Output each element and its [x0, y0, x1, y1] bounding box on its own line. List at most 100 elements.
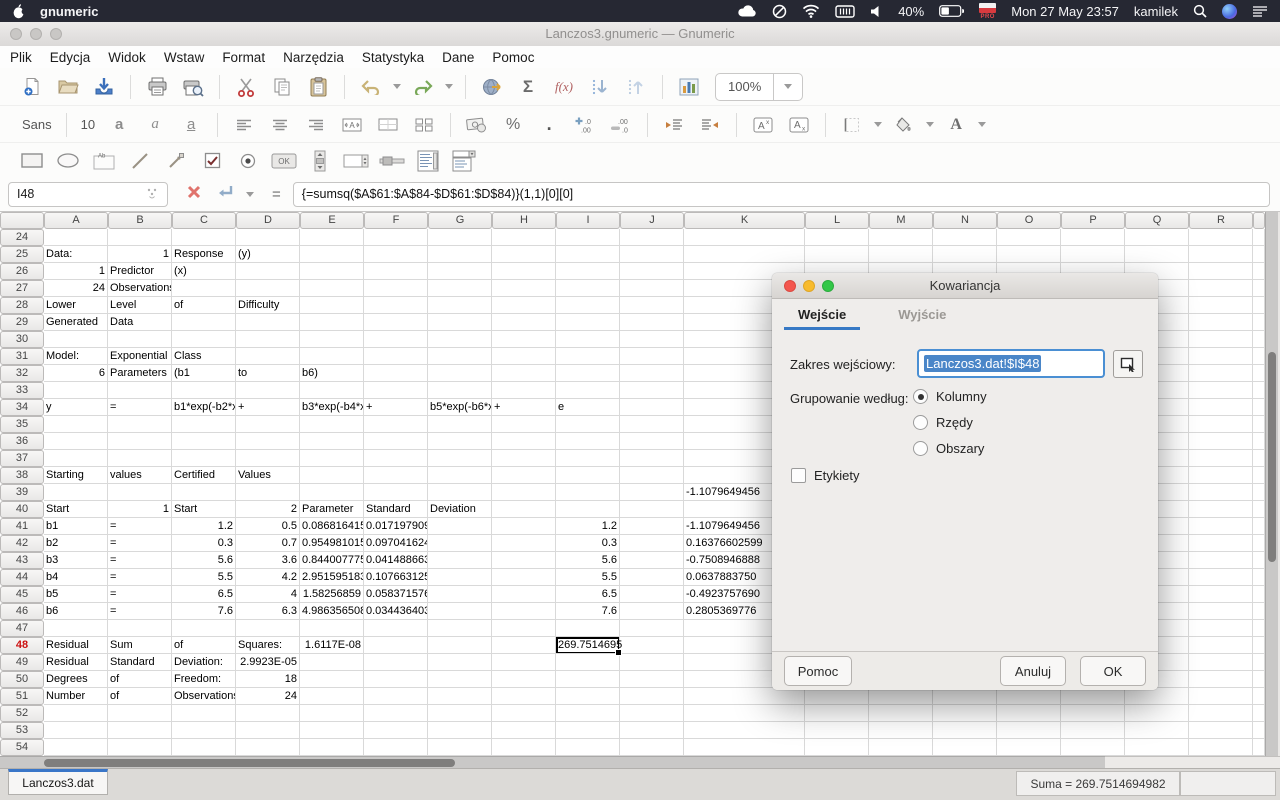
split-cells-button[interactable] [411, 112, 437, 138]
cell-J51[interactable] [620, 688, 684, 705]
cell-E41[interactable]: 0.086816415 [300, 518, 364, 535]
help-button[interactable]: Pomoc [784, 656, 852, 686]
cell-A53[interactable] [44, 722, 108, 739]
cell-I40[interactable] [556, 501, 620, 518]
cell-G35[interactable] [428, 416, 492, 433]
copy-icon[interactable] [269, 74, 295, 100]
cell-L54[interactable] [805, 739, 869, 756]
cell-C33[interactable] [172, 382, 236, 399]
cell-F52[interactable] [364, 705, 428, 722]
window-titlebar[interactable]: Lanczos3.gnumeric — Gnumeric [0, 22, 1280, 47]
select-all-corner[interactable] [0, 212, 44, 229]
cell-39[interactable] [1253, 484, 1265, 501]
cell-E44[interactable]: 2.951595183 [300, 569, 364, 586]
cell-C39[interactable] [172, 484, 236, 501]
menu-widok[interactable]: Widok [106, 50, 148, 65]
cell-D31[interactable] [236, 348, 300, 365]
cell-C50[interactable]: Freedom: [172, 671, 236, 688]
menu-statystyka[interactable]: Statystyka [360, 50, 426, 65]
cell-G33[interactable] [428, 382, 492, 399]
cell-K51[interactable] [684, 688, 805, 705]
cell-G41[interactable] [428, 518, 492, 535]
cell-R46[interactable] [1189, 603, 1253, 620]
money-format-button[interactable] [464, 112, 490, 138]
cell-H42[interactable] [492, 535, 556, 552]
column-header-E[interactable]: E [300, 212, 364, 229]
cell-C54[interactable] [172, 739, 236, 756]
cell-H27[interactable] [492, 280, 556, 297]
horizontal-scrollbar-thumb[interactable] [44, 759, 455, 767]
cell-N54[interactable] [933, 739, 997, 756]
cell-H37[interactable] [492, 450, 556, 467]
cell-H38[interactable] [492, 467, 556, 484]
cell-J28[interactable] [620, 297, 684, 314]
cell-E30[interactable] [300, 331, 364, 348]
cell-F29[interactable] [364, 314, 428, 331]
cell-L53[interactable] [805, 722, 869, 739]
cell-A38[interactable]: Starting [44, 467, 108, 484]
cell-Q53[interactable] [1125, 722, 1189, 739]
cell-F50[interactable] [364, 671, 428, 688]
battery-percent[interactable]: 40% [898, 4, 924, 19]
cell-L24[interactable] [805, 229, 869, 246]
row-header-45[interactable]: 45 [0, 586, 44, 603]
decrease-decimals-button[interactable]: .00.0 [608, 112, 634, 138]
align-left-button[interactable] [231, 112, 257, 138]
cell-28[interactable] [1253, 297, 1265, 314]
cell-C43[interactable]: 5.6 [172, 552, 236, 569]
cell-R53[interactable] [1189, 722, 1253, 739]
cell-N51[interactable] [933, 688, 997, 705]
cell-K25[interactable] [684, 246, 805, 263]
cell-D47[interactable] [236, 620, 300, 637]
cell-G39[interactable] [428, 484, 492, 501]
cell-R31[interactable] [1189, 348, 1253, 365]
cell-A39[interactable] [44, 484, 108, 501]
cell-D38[interactable]: Values [236, 467, 300, 484]
menu-edycja[interactable]: Edycja [48, 50, 93, 65]
cell-F25[interactable] [364, 246, 428, 263]
apple-icon[interactable] [12, 3, 26, 19]
cell-42[interactable] [1253, 535, 1265, 552]
cell-I42[interactable]: 0.3 [556, 535, 620, 552]
cell-D45[interactable]: 4 [236, 586, 300, 603]
cell-I27[interactable] [556, 280, 620, 297]
cell-A54[interactable] [44, 739, 108, 756]
cell-43[interactable] [1253, 552, 1265, 569]
cell-A41[interactable]: b1 [44, 518, 108, 535]
cell-G24[interactable] [428, 229, 492, 246]
menu-pomoc[interactable]: Pomoc [490, 50, 536, 65]
cell-R47[interactable] [1189, 620, 1253, 637]
cell-52[interactable] [1253, 705, 1265, 722]
cell-D50[interactable]: 18 [236, 671, 300, 688]
cell-F54[interactable] [364, 739, 428, 756]
cell-C48[interactable]: of [172, 637, 236, 654]
row-header-43[interactable]: 43 [0, 552, 44, 569]
cell-C37[interactable] [172, 450, 236, 467]
cell-G46[interactable] [428, 603, 492, 620]
cell-I38[interactable] [556, 467, 620, 484]
cell-D37[interactable] [236, 450, 300, 467]
cell-J53[interactable] [620, 722, 684, 739]
cell-D26[interactable] [236, 263, 300, 280]
radio-kolumny[interactable]: Kolumny [913, 389, 987, 404]
cell-I30[interactable] [556, 331, 620, 348]
cell-R42[interactable] [1189, 535, 1253, 552]
cell-A34[interactable]: y [44, 399, 108, 416]
cell-F36[interactable] [364, 433, 428, 450]
row-header-24[interactable]: 24 [0, 229, 44, 246]
cancel-edit-icon[interactable] [186, 184, 202, 204]
cell-E28[interactable] [300, 297, 364, 314]
cell-I36[interactable] [556, 433, 620, 450]
cell-R52[interactable] [1189, 705, 1253, 722]
column-header-J[interactable]: J [620, 212, 684, 229]
cell-C52[interactable] [172, 705, 236, 722]
cell-A28[interactable]: Lower [44, 297, 108, 314]
cell-I32[interactable] [556, 365, 620, 382]
cell-D32[interactable]: to [236, 365, 300, 382]
cell-E49[interactable] [300, 654, 364, 671]
cell-E38[interactable] [300, 467, 364, 484]
cell-B41[interactable]: = [108, 518, 172, 535]
cell-Q25[interactable] [1125, 246, 1189, 263]
cell-E47[interactable] [300, 620, 364, 637]
cell-G30[interactable] [428, 331, 492, 348]
